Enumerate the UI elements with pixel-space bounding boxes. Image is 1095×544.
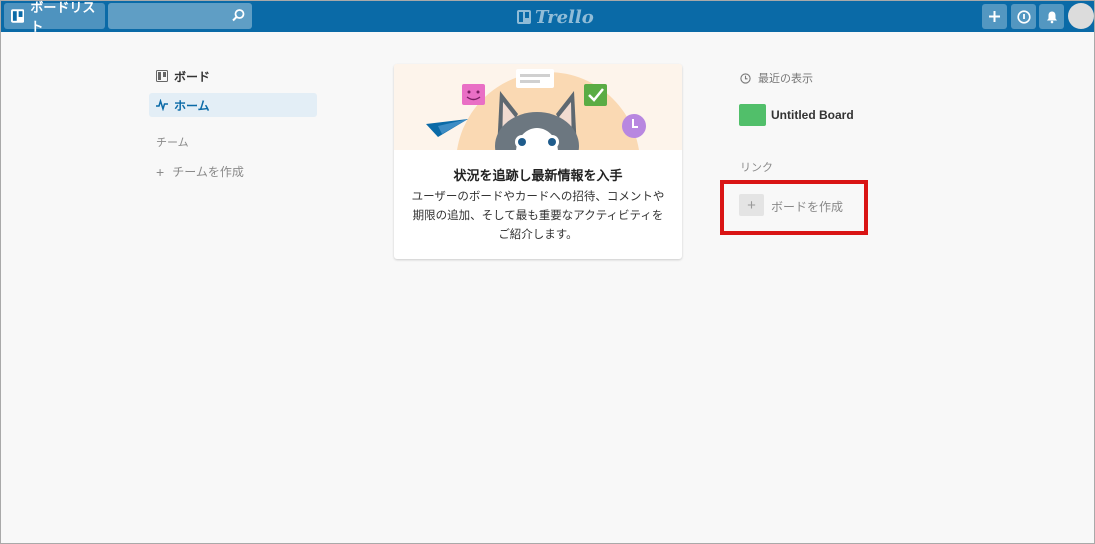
sidebar-item-label: ホーム [174, 98, 210, 113]
info-icon [1016, 9, 1031, 24]
logo-text: Trello [535, 6, 594, 28]
recent-heading-label: 最近の表示 [758, 73, 813, 85]
create-board-plus-icon[interactable]: + [739, 194, 764, 216]
team-heading: チーム [156, 137, 189, 149]
board-icon [156, 70, 168, 82]
boards-icon [11, 9, 25, 23]
notifications-button[interactable] [1039, 4, 1064, 29]
boards-button[interactable]: ボードリスト [4, 0, 105, 34]
plus-icon: + [156, 163, 165, 180]
create-team-link[interactable]: + チームを作成 [156, 163, 244, 180]
card-title: 状況を追跡し最新情報を入手 [453, 168, 623, 183]
info-button[interactable] [1011, 4, 1036, 29]
recent-board-link[interactable]: Untitled Board [771, 108, 854, 122]
board-color-tile[interactable] [739, 104, 766, 126]
activity-icon [156, 99, 168, 111]
bell-icon [1046, 11, 1057, 23]
avatar[interactable] [1068, 3, 1094, 29]
card-description: ユーザーのボードやカードへの招待、コメントや期限の追加、そして最も重要なアクティ… [411, 191, 665, 241]
sidebar-item-home[interactable]: ホーム [149, 93, 317, 117]
links-heading: リンク [740, 162, 773, 174]
trello-logo-icon [517, 10, 531, 24]
home-info-card: 状況を追跡し最新情報を入手 ユーザーのボードやカードへの招待、コメントや期限の追… [394, 64, 682, 259]
sidebar-item-boards[interactable]: ボード [149, 64, 317, 88]
add-button[interactable] [982, 4, 1007, 29]
husky-illustration [394, 64, 682, 150]
clock-icon [740, 72, 751, 84]
recent-heading: 最近の表示 [740, 70, 813, 86]
create-board-link[interactable]: ボードを作成 [771, 198, 843, 215]
search-box[interactable] [108, 3, 252, 29]
sidebar-item-label: ボード [174, 69, 211, 84]
top-navbar: ボードリスト Trello [1, 0, 1094, 34]
search-icon[interactable] [231, 8, 246, 23]
boards-button-label: ボードリスト [30, 0, 96, 34]
create-team-label: チームを作成 [172, 165, 244, 179]
add-icon [989, 11, 1000, 22]
trello-logo[interactable]: Trello [517, 6, 594, 28]
